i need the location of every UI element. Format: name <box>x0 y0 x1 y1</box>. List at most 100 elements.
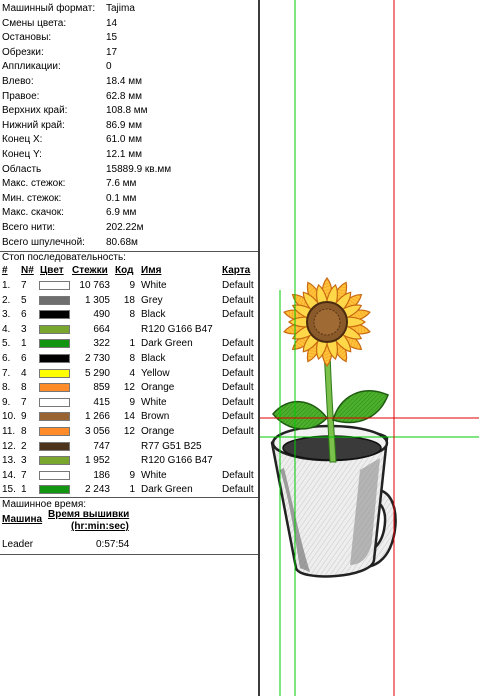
table-row[interactable]: 5. 1 322 1 Dark Green Default <box>0 337 258 352</box>
thread-name: White <box>141 280 167 291</box>
needle-number: 8 <box>21 382 27 394</box>
needle-number: 1 <box>21 338 27 350</box>
property-value: 0 <box>106 61 112 73</box>
stitch-count: 5 290 <box>84 367 110 379</box>
row-index: 3. <box>2 309 11 321</box>
thread-name: R77 G51 B25 <box>141 440 202 452</box>
col-header-time-unit: (hr:min:sec) <box>71 521 129 532</box>
property-value: 0.1 мм <box>106 192 137 204</box>
report-panel: Машинный формат: Tajima Смены цвета: 14 Оста… <box>0 0 258 696</box>
col-header-code: Код <box>115 265 134 276</box>
table-row[interactable]: 10. 9 1 266 14 Brown Default <box>0 410 258 425</box>
thread-chart: Default <box>222 353 254 364</box>
needle-number: 7 <box>21 396 27 408</box>
col-header-card: Карта <box>222 265 251 276</box>
thread-name: R120 G166 B47 <box>141 323 213 335</box>
thread-name: Dark Green <box>141 484 193 496</box>
color-swatch <box>39 354 70 363</box>
property-label: Правое: <box>2 90 40 102</box>
thread-name: Yellow <box>141 367 170 379</box>
color-swatch <box>39 368 70 378</box>
needle-number: 9 <box>21 411 27 423</box>
property-value: 6.9 мм <box>106 207 137 219</box>
color-swatch <box>39 310 70 320</box>
thread-chart: Default <box>222 338 254 350</box>
thread-chart: Default <box>222 426 254 437</box>
thread-code: 14 <box>123 411 135 423</box>
table-row[interactable]: 2. 5 1 305 18 Grey Default <box>0 294 258 309</box>
needle-number: 3 <box>21 455 27 467</box>
thread-chart: Default <box>222 396 254 408</box>
property-value: 12.1 мм <box>106 149 142 160</box>
property-label: Смены цвета: <box>2 17 67 29</box>
stitch-count: 186 <box>93 469 110 481</box>
stitch-count: 322 <box>93 338 110 350</box>
table-row[interactable]: 6. 6 2 730 8 Black Default <box>0 352 258 367</box>
thread-name: Black <box>141 353 166 364</box>
row-index: 1. <box>2 280 11 291</box>
thread-name: White <box>141 396 167 408</box>
thread-chart: Default <box>222 294 254 306</box>
table-row[interactable]: 12. 2 747 R77 G51 B25 <box>0 440 258 455</box>
property-value: 61.0 мм <box>106 134 142 146</box>
row-index: 13. <box>2 455 16 467</box>
thread-code: 8 <box>129 353 135 364</box>
property-value: 14 <box>106 17 118 29</box>
thread-name: Grey <box>141 294 163 306</box>
property-label: Макс. стежок: <box>2 178 66 190</box>
col-header-stitches: Стежки <box>72 265 108 276</box>
thread-code: 1 <box>129 484 135 496</box>
table-row[interactable]: 15. 1 2 243 1 Dark Green Default <box>0 483 258 498</box>
row-index: 14. <box>2 469 16 481</box>
needle-number: 7 <box>21 280 27 291</box>
color-swatch <box>39 441 70 451</box>
thread-code: 1 <box>129 338 135 350</box>
color-swatch <box>39 295 70 305</box>
thread-code: 18 <box>123 294 135 306</box>
thread-code: 8 <box>129 309 135 321</box>
stop-sequence-title: Стоп последовательность: <box>2 252 126 263</box>
thread-name: Orange <box>141 426 175 437</box>
thread-chart: Default <box>222 411 254 423</box>
color-swatch <box>39 324 70 334</box>
row-index: 8. <box>2 382 11 394</box>
thread-code: 9 <box>129 280 135 291</box>
table-row[interactable]: 11. 8 3 056 12 Orange Default <box>0 425 258 440</box>
color-swatch <box>39 470 70 480</box>
table-row[interactable]: 7. 4 5 290 4 Yellow Default <box>0 367 258 382</box>
col-header-n: N# <box>21 265 34 276</box>
row-index: 2. <box>2 294 11 306</box>
thread-chart: Default <box>222 382 254 394</box>
row-index: 10. <box>2 411 16 423</box>
property-label: Всего нити: <box>2 222 56 233</box>
thread-chart: Default <box>222 484 254 496</box>
thread-code: 12 <box>123 382 135 394</box>
property-value: Tajima <box>106 3 135 14</box>
table-row[interactable]: 3. 6 490 8 Black Default <box>0 308 258 323</box>
property-value: 17 <box>106 46 118 58</box>
needle-number: 6 <box>21 309 27 321</box>
needle-number: 6 <box>21 353 27 364</box>
table-row[interactable]: 4. 3 664 R120 G166 B47 <box>0 323 258 338</box>
stitch-count: 1 305 <box>84 294 110 306</box>
table-row[interactable]: 13. 3 1 952 R120 G166 B47 <box>0 454 258 469</box>
thread-code: 4 <box>129 367 135 379</box>
color-swatch <box>39 397 70 407</box>
property-label: Аппликации: <box>2 61 61 73</box>
thread-name: R120 G166 B47 <box>141 455 213 467</box>
table-row[interactable]: 1. 7 10 763 9 White Default <box>0 279 258 294</box>
row-index: 5. <box>2 338 11 350</box>
table-row[interactable]: 14. 7 186 9 White Default <box>0 469 258 484</box>
col-header-idx: # <box>2 265 8 276</box>
table-row[interactable]: 8. 8 859 12 Orange Default <box>0 381 258 396</box>
row-index: 12. <box>2 440 16 452</box>
property-label: Мин. стежок: <box>2 192 62 204</box>
stitch-count: 3 056 <box>84 426 110 437</box>
color-swatch <box>39 339 70 349</box>
thread-name: Brown <box>141 411 170 423</box>
property-value: 202.22м <box>106 222 144 233</box>
property-label: Всего шпулечной: <box>2 236 85 248</box>
leaf-left <box>272 400 328 430</box>
color-swatch <box>39 383 70 393</box>
table-row[interactable]: 9. 7 415 9 White Default <box>0 396 258 411</box>
